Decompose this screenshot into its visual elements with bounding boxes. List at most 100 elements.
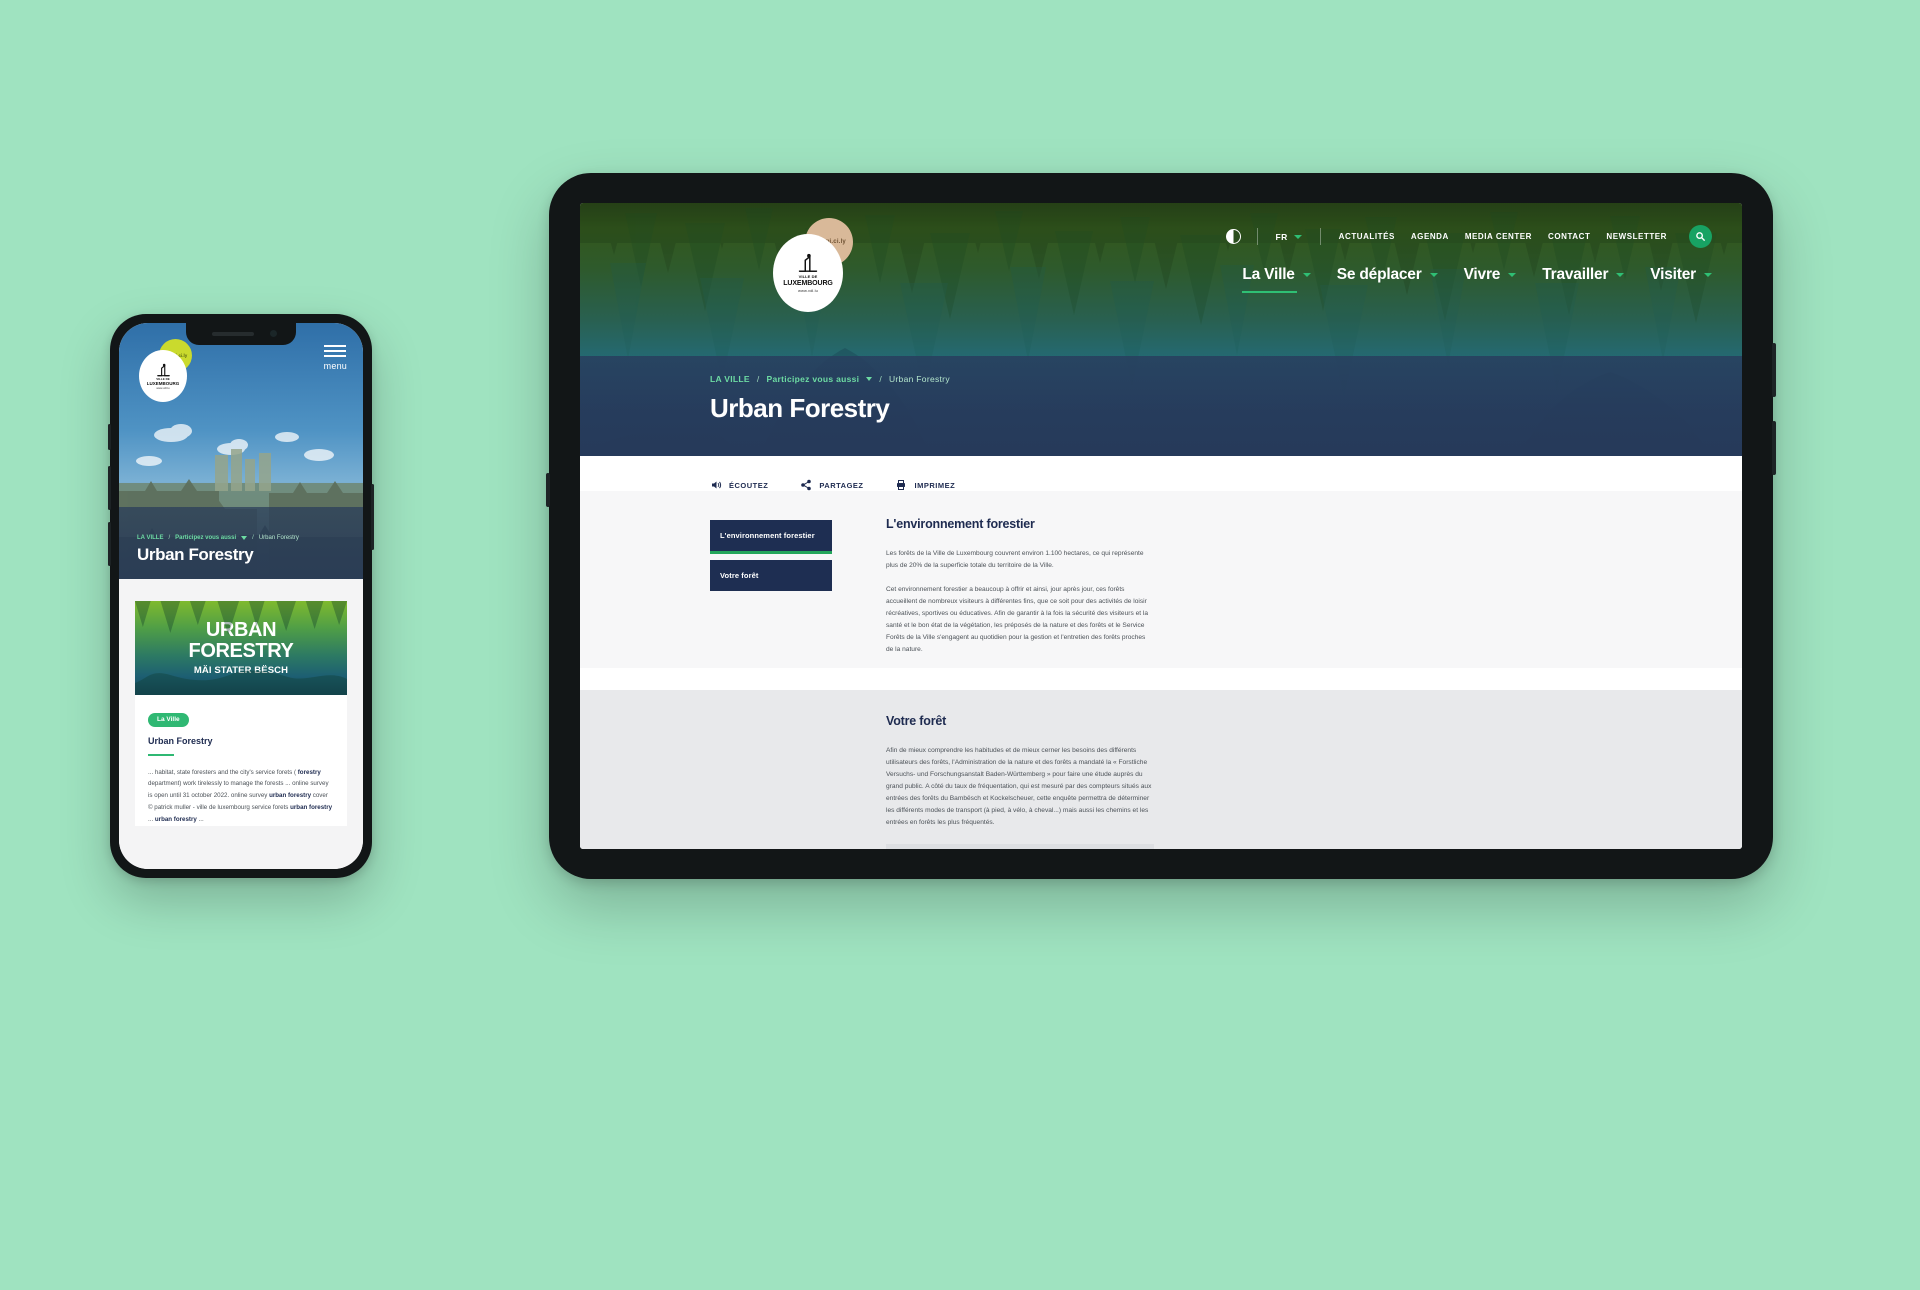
page-actions-bar: ÉCOUTEZ PARTAGEZ IMPRIMEZ [580,456,1742,491]
chevron-down-icon[interactable] [866,377,873,381]
chevron-down-icon[interactable] [241,536,248,540]
language-label: FR [1275,231,1288,242]
survey-callout: Aidez-nous à adapter votre forêt à vos b… [886,844,1154,849]
nav-label: Visiter [1650,266,1696,283]
nav-label: Se déplacer [1336,266,1422,283]
breadcrumb-separator: / [168,535,171,541]
phone-hero-banner: nuit pi.ci.ly VILLE DE LUXEMBOURG www.vd… [119,323,363,579]
sidebar-item-label: Votre forêt [720,571,759,580]
listen-button[interactable]: ÉCOUTEZ [710,479,768,491]
phone-breadcrumb-item-la-ville[interactable]: LA VILLE [137,535,163,541]
util-link-media-center[interactable]: MEDIA CENTER [1465,232,1532,241]
logo-line-3: www.vdl.lu [798,288,818,293]
breadcrumb-separator: / [756,374,760,384]
utility-links: ACTUALITÉS AGENDA MEDIA CENTER CONTACT N… [1339,232,1667,241]
share-button[interactable]: PARTAGEZ [800,479,863,491]
divider [1256,228,1258,245]
page-title: Urban Forestry [710,393,890,423]
chevron-down-icon [1293,234,1302,239]
speaker-icon [712,481,722,489]
nav-item-se-deplacer[interactable]: Se déplacer [1337,266,1438,293]
poster-image: URBAN FORESTRY MÄI STATER BËSCH [135,601,347,695]
util-link-newsletter[interactable]: NEWSLETTER [1606,232,1667,241]
sidebar-item-votre-foret[interactable]: Votre forêt [710,560,832,591]
phone-mute-switch[interactable] [108,424,111,450]
excerpt-part-1: ... habitat, state foresters and the cit… [148,768,298,776]
section-paragraph-1: Les forêts de la Ville de Luxembourg cou… [886,550,1144,569]
card-body: La Ville Urban Forestry ... habitat, sta… [135,695,347,826]
phone-logo-circle: VILLE DE LUXEMBOURG www.vdl.lu [139,350,187,402]
nav-label: Vivre [1463,266,1501,283]
breadcrumb-item-current: Urban Forestry [888,374,950,384]
card-title: Urban Forestry [148,735,213,746]
language-selector[interactable]: FR [1276,232,1302,242]
sidebar-item-label: L'environnement forestier [720,531,815,540]
print-label: IMPRIMEZ [914,480,956,490]
chevron-down-icon [1429,273,1438,277]
phone-breadcrumb-item-participez[interactable]: Participez vous aussi [175,535,236,541]
phone-menu-button[interactable]: menu [324,345,347,371]
logo-circle: VILLE DE LUXEMBOURG www.vdl.lu [773,234,843,312]
nav-item-la-ville[interactable]: La Ville [1242,266,1311,293]
phone-breadcrumb: LA VILLE / Participez vous aussi / Urban… [137,535,299,541]
breadcrumb-separator: / [879,374,882,384]
phone-menu-label: menu [323,361,347,371]
divider [1319,228,1321,245]
print-button[interactable]: IMPRIMEZ [895,479,955,491]
site-logo[interactable]: nuit pi.ci.ly VILLE DE LUXEMBOURG www.vd… [773,218,853,313]
tablet-power-button[interactable] [546,473,550,507]
phone-logo-line-3: www.vdl.lu [156,385,170,390]
front-camera [270,330,277,337]
breadcrumb-item-la-ville[interactable]: LA VILLE [710,374,750,384]
nav-item-visiter[interactable]: Visiter [1650,266,1712,293]
section-environnement-forestier: L'environnement forestier Les forêts de … [886,517,1154,668]
hero-banner: FR ACTUALITÉS AGENDA MEDIA CENTER CONTAC… [580,203,1742,456]
phone-site-logo[interactable]: nuit pi.ci.ly VILLE DE LUXEMBOURG www.vd… [139,339,192,402]
section-paragraph-1: Afin de mieux comprendre les habitudes e… [886,747,1152,826]
section-paragraph-2: Cet environnement forestier a beaucoup à… [886,586,1149,653]
sidebar-item-environnement-forestier[interactable]: L'environnement forestier [710,520,832,554]
screenshot-stage: FR ACTUALITÉS AGENDA MEDIA CENTER CONTAC… [0,0,1920,1290]
phone-breadcrumb-item-current: Urban Forestry [258,535,299,541]
logo-line-2: LUXEMBOURG [783,280,833,287]
share-icon [801,479,812,491]
result-card[interactable]: URBAN FORESTRY MÄI STATER BËSCH La Ville… [135,601,347,827]
tablet-volume-down-button[interactable] [1772,421,1776,475]
breadcrumb-item-participez[interactable]: Participez vous aussi [767,374,860,384]
tablet-volume-up-button[interactable] [1772,343,1776,397]
section-nav-sidebar: L'environnement forestier Votre forêt [710,517,832,668]
excerpt-bold-2: urban forestry [269,792,312,800]
phone-content-area: URBAN FORESTRY MÄI STATER BËSCH La Ville… [119,579,363,869]
util-link-actualites[interactable]: ACTUALITÉS [1339,232,1395,241]
phone-device-mockup: nuit pi.ci.ly VILLE DE LUXEMBOURG www.vd… [108,314,374,878]
section-votre-foret: Votre forêt Afin de mieux comprendre les… [580,690,1742,849]
search-icon [1696,232,1706,242]
logo-line-1: VILLE DE [798,274,818,279]
breadcrumb-separator: / [252,535,254,541]
nav-item-vivre[interactable]: Vivre [1464,266,1517,293]
nav-label: La Ville [1242,266,1295,283]
luxembourg-crest-icon [156,363,170,376]
status-badge: La Ville [148,712,189,727]
phone-volume-down-button[interactable] [108,522,111,566]
utility-navigation: FR ACTUALITÉS AGENDA MEDIA CENTER CONTAC… [1225,225,1712,248]
tablet-screen: FR ACTUALITÉS AGENDA MEDIA CENTER CONTAC… [580,203,1742,849]
search-button[interactable] [1689,225,1712,248]
share-label: PARTAGEZ [819,480,864,490]
util-link-agenda[interactable]: AGENDA [1411,232,1449,241]
contrast-toggle-icon[interactable] [1225,229,1241,244]
excerpt-bold-3: urban forestry [290,804,333,812]
hamburger-icon [324,345,347,357]
breadcrumb: LA VILLE / Participez vous aussi / Urban… [710,374,950,384]
nav-item-travailler[interactable]: Travailler [1542,266,1625,293]
phone-power-button[interactable] [371,484,374,550]
earpiece-speaker [212,332,254,336]
card-excerpt: ... habitat, state foresters and the cit… [148,767,334,827]
phone-hero-content: LA VILLE / Participez vous aussi / Urban… [137,535,299,565]
phone-volume-up-button[interactable] [108,466,111,510]
listen-label: ÉCOUTEZ [729,480,769,490]
section-heading: L'environnement forestier [886,517,1035,531]
hero-content: LA VILLE / Participez vous aussi / Urban… [710,374,950,424]
content-area: L'environnement forestier Votre forêt L'… [580,491,1742,668]
util-link-contact[interactable]: CONTACT [1548,232,1590,241]
